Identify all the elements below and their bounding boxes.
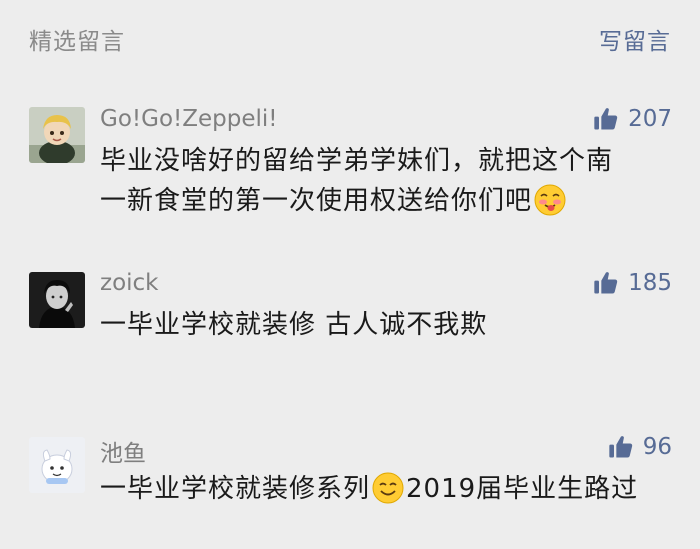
comment-nickname: zoick [100, 270, 159, 296]
blushing-tongue-emoji-icon [534, 184, 566, 215]
comments-header: 精选留言 写留言 [0, 0, 700, 80]
comment-text: 一毕业学校就装修系列 2019届毕业生路过 [100, 469, 670, 509]
comment-nickname: 池鱼 [100, 441, 146, 467]
like-count: 96 [642, 434, 672, 460]
thumbs-up-icon [609, 436, 632, 458]
comment-text-line: 一毕业学校就装修 古人诚不我欺 [100, 310, 488, 340]
write-comment-button[interactable]: 写留言 [599, 22, 671, 56]
comment-text-line: 一新食堂的第一次使用权送给你们吧 [100, 181, 670, 221]
smile-emoji-icon [372, 472, 404, 503]
comment-text-line: 一毕业学校就装修系列 2019届毕业生路过 [100, 469, 670, 509]
like-button[interactable]: 185 [592, 268, 672, 298]
comment-text: 一毕业学校就装修 古人诚不我欺 [100, 305, 670, 345]
avatar[interactable] [29, 437, 85, 493]
thumbs-up-icon [594, 272, 618, 294]
comment-text-segment: 一毕业学校就装修系列 [100, 474, 371, 504]
avatar[interactable] [29, 272, 85, 328]
comment-text-segment: 2019届毕业生路过 [406, 474, 639, 504]
thumbs-up-icon [594, 108, 618, 130]
like-button[interactable]: 96 [607, 432, 672, 462]
comment-text-line: 毕业没啥好的留给学弟学妹们，就把这个南 [100, 146, 614, 176]
like-count: 207 [628, 106, 672, 132]
featured-comments-title: 精选留言 [29, 29, 125, 55]
avatar[interactable] [29, 107, 85, 163]
comment-text: 毕业没啥好的留给学弟学妹们，就把这个南 一新食堂的第一次使用权送给你们吧 [100, 141, 670, 221]
comment-nickname: Go!Go!Zeppeli! [100, 106, 278, 132]
comment-text-segment: 一新食堂的第一次使用权送给你们吧 [100, 186, 533, 216]
like-button[interactable]: 207 [592, 104, 672, 134]
like-count: 185 [628, 270, 672, 296]
